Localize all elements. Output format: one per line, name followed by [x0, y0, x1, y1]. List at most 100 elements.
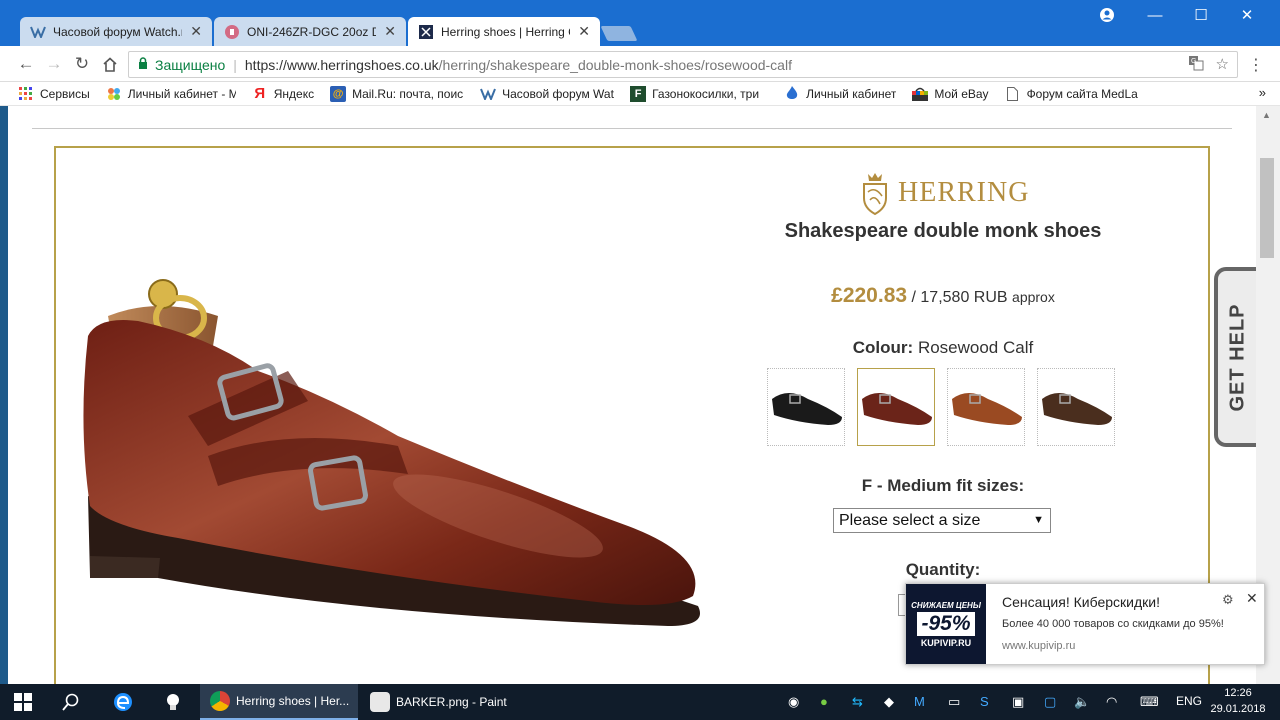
bookmark-medlab-forum[interactable]: Форум сайта MedLa	[1005, 86, 1139, 102]
forward-arrow-icon[interactable]: →	[42, 52, 66, 76]
svg-text:G: G	[1191, 58, 1196, 65]
document-icon	[1005, 86, 1021, 102]
search-icon[interactable]	[58, 690, 84, 714]
close-icon[interactable]: ✕	[1246, 590, 1258, 607]
taskbar-app-label: BARKER.png - Paint	[396, 695, 507, 709]
bookmark-star-icon[interactable]: ☆	[1216, 55, 1229, 75]
product-image[interactable]	[68, 276, 708, 656]
f-logo-icon: F	[630, 85, 647, 102]
bookmark-ebay[interactable]: Мой eBay	[912, 86, 989, 102]
quantity-label: Quantity:	[905, 560, 981, 579]
clock-time: 12:26	[1224, 687, 1252, 699]
bookmark-label: Сервисы	[40, 86, 90, 101]
scroll-up-icon[interactable]: ▲	[1262, 110, 1271, 120]
colour-value: Rosewood Calf	[917, 338, 1034, 357]
bookmark-label: Мой eBay	[934, 86, 989, 101]
swatch-black[interactable]	[767, 368, 845, 446]
tray-device-icon[interactable]: ▣	[1012, 694, 1024, 710]
home-icon[interactable]	[98, 52, 122, 76]
taskbar-app-chrome[interactable]: Herring shoes | Her...	[200, 684, 358, 720]
swatch-tan[interactable]	[947, 368, 1025, 446]
lock-icon	[138, 57, 148, 72]
ad-headline: СНИЖАЕМ ЦЕНЫ	[911, 600, 981, 610]
keyboard-icon[interactable]: ⌨	[1140, 694, 1159, 710]
notification-toast[interactable]: СНИЖАЕМ ЦЕНЫ -95% KUPIVIP.RU Сенсация! К…	[905, 583, 1265, 665]
teamviewer-icon[interactable]: ⇆	[852, 694, 863, 710]
lightbulb-icon[interactable]	[160, 690, 186, 714]
ad-discount: -95%	[917, 611, 975, 636]
close-icon[interactable]: ✕	[384, 23, 396, 40]
taskbar-app-paint[interactable]: BARKER.png - Paint	[360, 684, 520, 720]
price-gbp: £220.83	[831, 284, 908, 307]
address-separator: |	[233, 56, 237, 73]
dropbox-icon[interactable]: ◆	[884, 694, 894, 710]
skype-icon[interactable]: S	[980, 694, 989, 709]
notification-title: Сенсация! Киберскидки!	[1002, 594, 1160, 610]
location-icon[interactable]: ◉	[788, 694, 799, 710]
tab-herring-shoes[interactable]: Herring shoes | Herring C ✕	[408, 17, 600, 46]
scrollbar-thumb[interactable]	[1260, 158, 1274, 258]
bookmark-label: Mail.Ru: почта, поис	[352, 86, 464, 101]
bookmarks-bar: Сервисы Личный кабинет - М Я Яндекс @ Ma…	[0, 82, 1280, 106]
reload-icon[interactable]: ↻	[70, 52, 94, 76]
bookmark-label: Личный кабинет	[806, 86, 897, 101]
close-icon[interactable]: ✕	[190, 23, 202, 40]
bookmark-cabinet-gas[interactable]: Личный кабинет	[784, 86, 896, 102]
gear-icon[interactable]: ⚙	[1222, 592, 1234, 608]
watch-forum-icon	[30, 24, 46, 40]
size-select[interactable]: Please select a size ▼	[833, 508, 1051, 533]
edge-browser-icon[interactable]	[110, 690, 136, 714]
bookmark-yandex[interactable]: Я Яндекс	[252, 86, 314, 102]
bookmark-label: Форум сайта MedLa	[1026, 86, 1138, 101]
browser-menu-icon[interactable]: ⋮	[1248, 55, 1264, 75]
size-select-value: Please select a size	[839, 511, 981, 529]
system-clock[interactable]: 12:26 29.01.2018	[1208, 685, 1268, 717]
swatch-brown-suede[interactable]	[1037, 368, 1115, 446]
minimize-icon[interactable]: —	[1132, 0, 1178, 30]
address-bar-actions: G ☆	[1188, 55, 1229, 75]
product-title: Shakespeare double monk shoes	[784, 220, 1102, 242]
size-label: F - Medium fit sizes:	[861, 476, 1025, 495]
secure-label: Защищено	[155, 56, 226, 73]
address-bar[interactable]: Защищено | https://www.herringshoes.co.u…	[128, 51, 1238, 78]
profile-icon[interactable]	[1084, 0, 1130, 30]
header-divider	[32, 128, 1232, 129]
tray-window-icon[interactable]: ▢	[1044, 694, 1056, 710]
window-close-icon[interactable]: ✕	[1224, 0, 1270, 30]
translate-icon[interactable]: G	[1188, 55, 1204, 75]
close-icon[interactable]: ✕	[578, 23, 590, 40]
volume-icon[interactable]: 🔈	[1074, 694, 1090, 710]
url-host: https://www.herringshoes.co.uk	[244, 56, 439, 73]
bookmark-watch-forum[interactable]: Часовой форум Wat	[480, 86, 614, 102]
price-approx-label: approx	[1012, 289, 1055, 305]
dropdown-arrow-icon: ▼	[1033, 514, 1044, 526]
flame-icon	[784, 86, 800, 102]
battery-icon[interactable]: ▭	[948, 694, 960, 710]
bookmark-services[interactable]: Сервисы	[18, 86, 90, 102]
tab-watch-forum[interactable]: Часовой форум Watch.r ✕	[20, 17, 212, 46]
windows-start-icon[interactable]	[10, 690, 36, 714]
get-help-button[interactable]: GET HELP	[1214, 267, 1258, 447]
brand-logo[interactable]: HERRING	[858, 168, 1038, 218]
notification-source: www.kupivip.ru	[1002, 640, 1076, 652]
dots-icon	[106, 86, 122, 102]
bookmark-mailru[interactable]: @ Mail.Ru: почта, поис	[330, 85, 464, 102]
price-row: £220.83 / 17,580 RUB approx	[748, 284, 1138, 308]
tab-oni-product[interactable]: ONI-246ZR-DGC 20oz Di ✕	[214, 17, 406, 46]
clock-date: 29.01.2018	[1210, 703, 1266, 715]
yandex-icon: Я	[254, 85, 266, 102]
browser-toolbar: ← → ↻ Защищено | https://www.herringshoe…	[0, 46, 1280, 82]
language-indicator[interactable]: ENG	[1176, 694, 1202, 708]
brand-name: HERRING	[898, 177, 1030, 208]
bookmark-lawnmowers[interactable]: F Газонокосилки, три	[630, 85, 768, 102]
wifi-icon[interactable]: ◠	[1106, 694, 1117, 710]
new-tab-button[interactable]	[600, 26, 638, 41]
back-arrow-icon[interactable]: ←	[14, 52, 38, 76]
maximize-icon[interactable]: ☐	[1178, 0, 1224, 30]
tray-app-icon[interactable]: ●	[820, 694, 828, 709]
swatch-rosewood-calf[interactable]	[857, 368, 935, 446]
tray-m-icon[interactable]: M	[914, 694, 925, 709]
bookmark-personal-cabinet[interactable]: Личный кабинет - М	[106, 86, 236, 102]
bookmarks-overflow-icon[interactable]: »	[1259, 85, 1266, 100]
taskbar-app-label: Herring shoes | Her...	[236, 694, 350, 708]
